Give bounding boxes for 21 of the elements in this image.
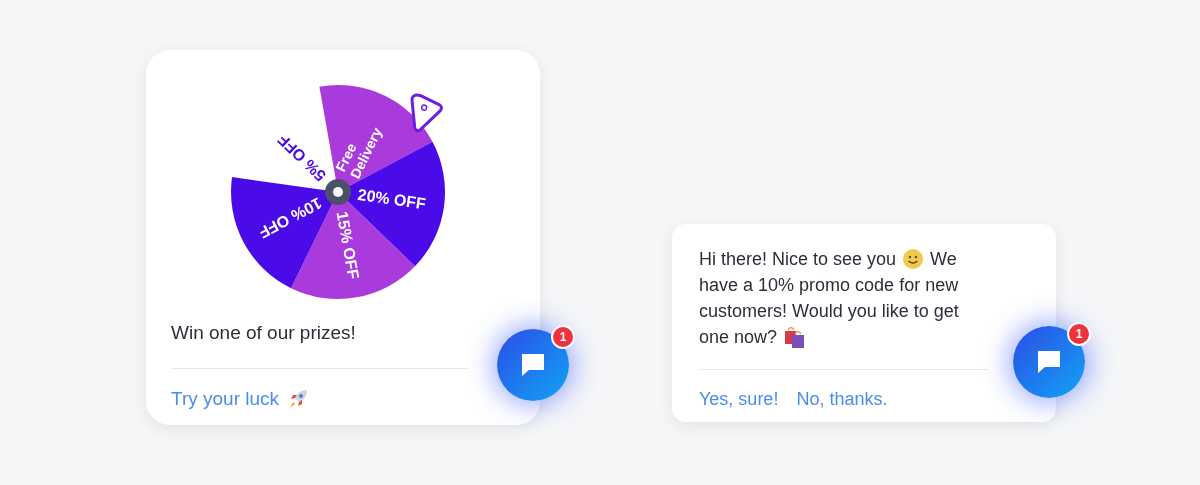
card-message: Win one of our prizes! bbox=[171, 321, 357, 345]
promo-message-line: one now? bbox=[699, 326, 778, 349]
smiley-icon bbox=[902, 248, 925, 270]
wheel-label: 10% OFF bbox=[256, 194, 325, 242]
tag-icon bbox=[410, 93, 443, 133]
wheel-label: 15% OFF bbox=[333, 210, 363, 281]
wheel-hub-icon bbox=[325, 179, 351, 205]
promo-message-line: We bbox=[930, 248, 957, 271]
notification-badge: 1 bbox=[1067, 322, 1091, 346]
promo-message-line: customers! Would you like to get bbox=[699, 300, 959, 323]
wheel-label: 5% OFF bbox=[274, 131, 330, 185]
promo-message-line: Hi there! Nice to see you bbox=[699, 248, 897, 271]
notification-badge: 1 bbox=[551, 325, 575, 349]
reply-link[interactable]: No, thanks. bbox=[796, 386, 888, 413]
promo-message-line: have a 10% promo code for new bbox=[699, 274, 959, 297]
wheel-label: 20% OFF bbox=[356, 185, 427, 213]
reply-link[interactable]: Yes, sure! bbox=[699, 386, 779, 413]
rocket-icon bbox=[287, 387, 310, 410]
chat-bubble-icon bbox=[1035, 348, 1063, 376]
chat-bubble-icon bbox=[519, 351, 547, 379]
try-luck-link[interactable]: Try your luck bbox=[171, 384, 310, 413]
